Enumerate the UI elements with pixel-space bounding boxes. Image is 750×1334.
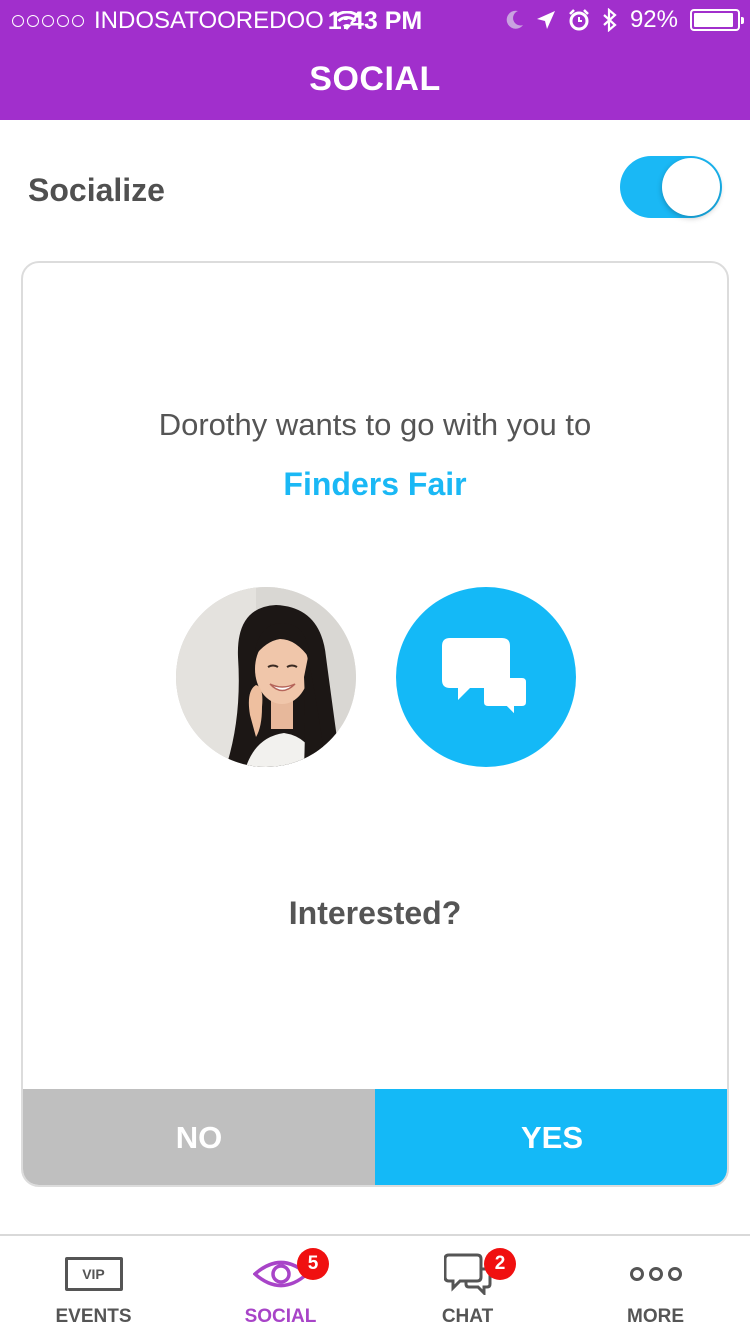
tab-more[interactable]: MORE [562, 1236, 749, 1334]
carrier-name: INDOSATOOREDOO [94, 7, 324, 34]
interested-question: Interested? [288, 895, 462, 931]
vip-ticket-icon: VIP [64, 1257, 123, 1291]
avatar[interactable] [176, 587, 356, 767]
socialize-toggle[interactable] [620, 156, 722, 218]
socialize-row: Socialize [0, 120, 750, 260]
tab-label: SOCIAL [244, 1306, 317, 1327]
tab-events[interactable]: VIP EVENTS [0, 1236, 187, 1334]
socialize-label: Socialize [28, 172, 165, 208]
tab-label: MORE [627, 1306, 684, 1327]
tab-label: EVENTS [55, 1306, 132, 1327]
invite-text: Dorothy wants to go with you to [158, 407, 592, 442]
tab-chat[interactable]: 2 CHAT [374, 1236, 561, 1334]
bottom-tab-bar: VIP EVENTS 5 SOCIAL 2 CHAT MORE [0, 1234, 750, 1334]
moon-icon [506, 10, 523, 29]
bluetooth-icon [603, 8, 617, 32]
battery-percent: 92% [629, 6, 678, 33]
chat-bubbles-icon [442, 638, 530, 718]
page-title: SOCIAL [309, 60, 441, 98]
signal-dots-icon [12, 15, 84, 27]
location-arrow-icon [536, 11, 555, 29]
event-name-link[interactable]: Finders Fair [23, 466, 727, 503]
battery-icon [690, 9, 744, 31]
chat-with-user-button[interactable] [396, 587, 576, 767]
user-photo [176, 587, 356, 767]
toggle-knob [662, 158, 720, 216]
yes-button[interactable]: YES [375, 1089, 727, 1185]
no-button[interactable]: NO [23, 1089, 375, 1185]
app-header: INDOSATOOREDOO 1:43 PM 92% SOCIAL [0, 0, 750, 120]
battery-level-fill [694, 13, 733, 27]
more-dots-icon [629, 1267, 682, 1281]
status-bar: INDOSATOOREDOO 1:43 PM 92% [0, 0, 750, 40]
invitation-card: Dorothy wants to go with you to Finders … [21, 261, 729, 1187]
tab-label: CHAT [441, 1306, 494, 1327]
chat-badge: 2 [484, 1248, 516, 1280]
alarm-icon [569, 9, 589, 31]
tab-social[interactable]: 5 SOCIAL [187, 1236, 374, 1334]
social-badge: 5 [297, 1248, 329, 1280]
wifi-icon [333, 11, 360, 30]
